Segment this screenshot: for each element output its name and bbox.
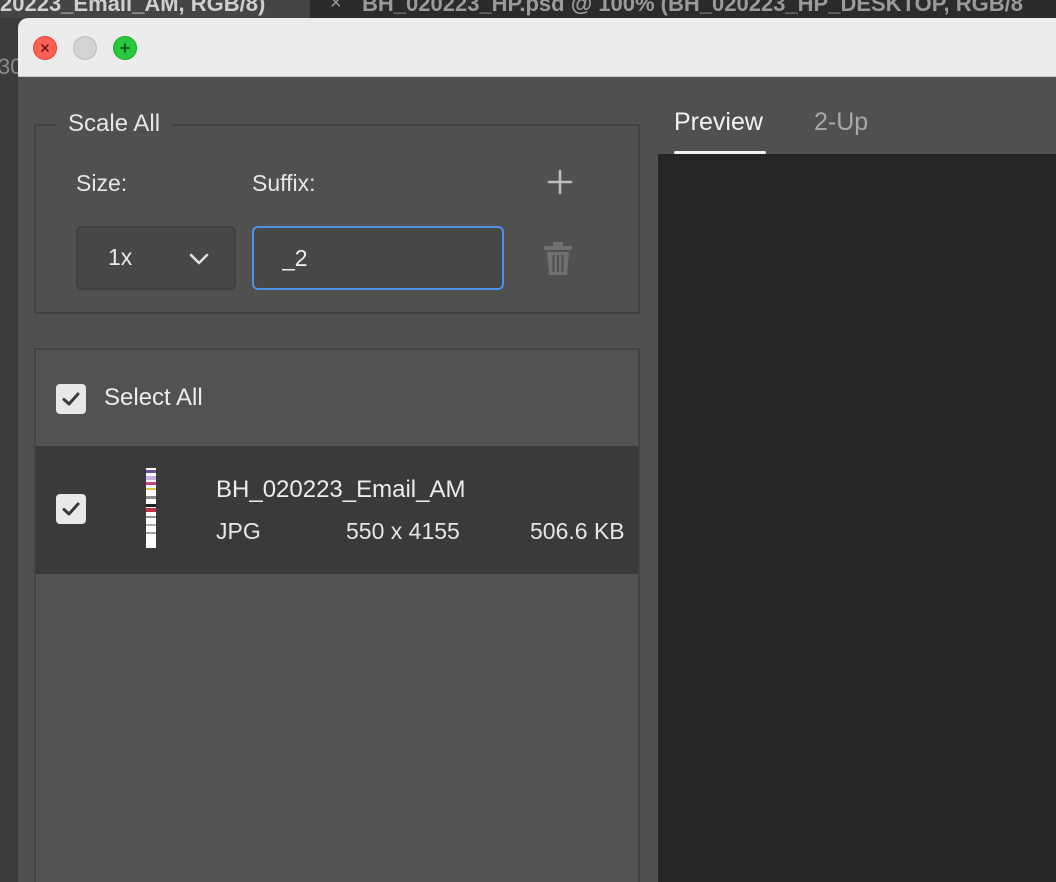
checkmark-icon [62,392,80,406]
checkmark-icon [62,502,80,516]
file-dimensions: 550 x 4155 [346,518,460,544]
select-all-checkbox[interactable] [56,384,86,414]
preview-canvas[interactable] [658,154,1056,882]
background-tab-active[interactable]: 20223_Email_AM, RGB/8) [0,0,310,18]
background-left-strip: 30 [0,18,22,882]
background-tab-bar: 20223_Email_AM, RGB/8) × BH_020223_HP.ps… [0,0,1056,18]
plus-icon [547,169,573,195]
suffix-input[interactable] [252,226,504,290]
select-all-label: Select All [104,384,203,411]
chevron-down-icon [189,253,209,265]
window-minimize-button[interactable] [73,36,97,60]
file-size: 506.6 KB [530,518,625,544]
export-dialog-window: Scale All Size: Suffix: 1x _2 Select All… [18,18,1056,882]
background-tab-active-title: 20223_Email_AM, RGB/8) [0,0,266,16]
delete-scale-button[interactable] [542,240,574,278]
trash-icon [544,242,572,275]
size-dropdown-value: 1x [108,244,133,270]
close-icon [41,44,49,52]
file-name: BH_020223_Email_AM [216,476,466,503]
scale-all-legend: Scale All [56,110,173,138]
plus-icon [120,43,130,53]
background-tab-inactive-title: BH_020223_HP.psd @ 100% (BH_020223_HP_DE… [362,0,1024,16]
title-bar [18,18,1056,77]
size-dropdown[interactable]: 1x [76,226,236,290]
suffix-label: Suffix: [252,170,316,196]
window-zoom-button[interactable] [113,36,137,60]
add-scale-button[interactable] [544,166,576,198]
tab-2-up[interactable]: 2-Up [814,108,868,137]
select-all-row[interactable]: Select All [36,350,638,446]
size-label: Size: [76,170,128,196]
file-type: JPG [216,518,261,544]
file-checkbox[interactable] [56,494,86,524]
asset-list-panel: Select All BH_020223_Email_AM JPG 550 x … [34,348,640,882]
scale-all-panel: Scale All Size: Suffix: 1x [34,110,640,314]
window-close-button[interactable] [33,36,57,60]
file-thumbnail [146,468,156,548]
list-item[interactable]: BH_020223_Email_AM JPG 550 x 4155 506.6 … [36,446,638,574]
background-tab-inactive[interactable]: BH_020223_HP.psd @ 100% (BH_020223_HP_DE… [324,0,1056,18]
preview-tab-bar: Preview 2-Up [658,96,1056,154]
tab-preview[interactable]: Preview [674,108,763,137]
